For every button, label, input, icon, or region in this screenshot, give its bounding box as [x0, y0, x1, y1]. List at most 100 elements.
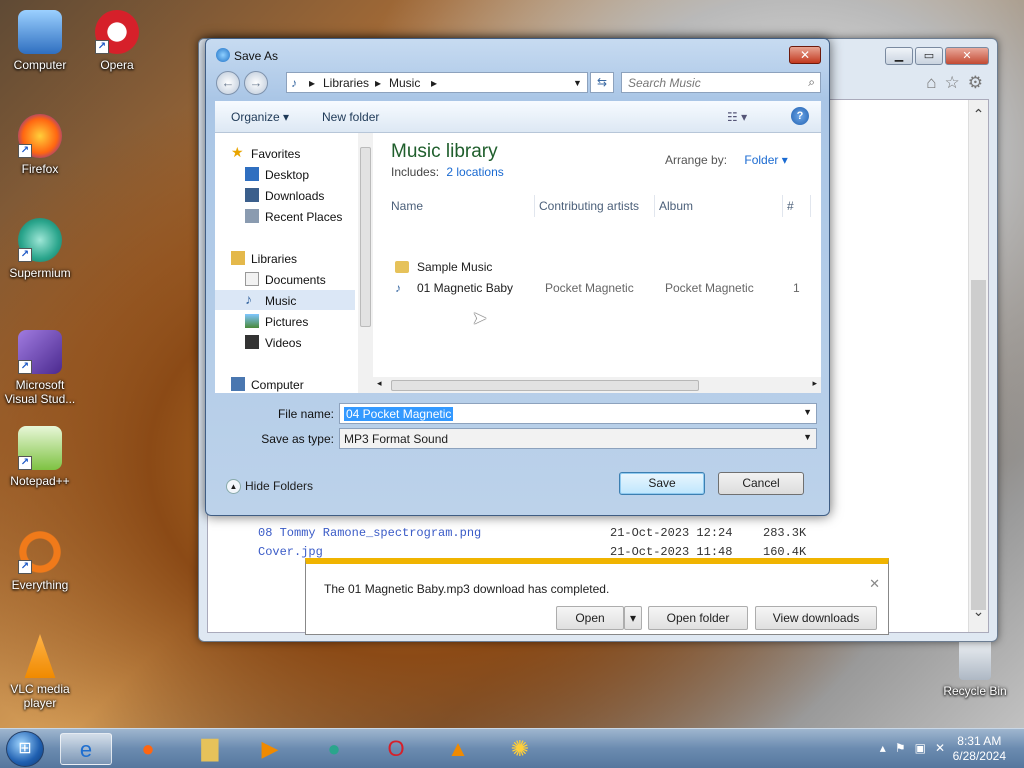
scroll-down-icon[interactable]: ⌄ — [969, 603, 988, 620]
cancel-button[interactable]: Cancel — [718, 472, 804, 495]
open-folder-button[interactable]: Open folder — [648, 606, 748, 630]
taskbar-supermium-button[interactable]: ● — [308, 733, 360, 765]
taskbar-firefox-button[interactable]: ● — [122, 733, 174, 765]
list-item[interactable]: ♪ 01 Magnetic Baby Pocket Magnetic Pocke… — [391, 279, 801, 297]
download-open-button[interactable]: Open — [556, 606, 624, 630]
file-listing-row[interactable]: 08 Tommy Ramone_spectrogram.png 21-Oct-2… — [258, 526, 806, 540]
minimize-button[interactable]: ▁ — [885, 47, 913, 65]
chevron-up-icon: ▲ — [226, 479, 241, 495]
favorites-star-icon[interactable]: ☆ — [945, 73, 960, 93]
taskbar-opera-button[interactable]: O — [370, 733, 422, 765]
file-link[interactable]: Cover.jpg — [258, 545, 323, 559]
column-header-artists[interactable]: Contributing artists — [535, 195, 655, 217]
forward-button[interactable]: → — [244, 71, 268, 95]
new-folder-button[interactable]: New folder — [322, 110, 379, 124]
documents-icon — [245, 272, 259, 286]
nav-label: Computer — [251, 378, 304, 392]
close-button[interactable]: ✕ — [945, 47, 989, 65]
list-item[interactable]: Sample Music — [391, 258, 801, 276]
desktop-icon-notepadpp[interactable]: ↗ Notepad++ — [0, 426, 80, 488]
taskbar-explorer-button[interactable]: ▇ — [184, 733, 236, 765]
download-open-dropdown[interactable]: ▾ — [624, 606, 642, 630]
scrollbar-thumb[interactable] — [971, 280, 986, 610]
back-arrow-icon: ← — [221, 75, 235, 90]
back-button[interactable]: ← — [216, 71, 240, 95]
column-header-number[interactable]: # — [783, 195, 811, 217]
refresh-button[interactable]: ⇆ — [590, 72, 614, 93]
desktop-icon-computer[interactable]: Computer — [0, 10, 80, 72]
home-icon[interactable]: ⌂ — [926, 73, 936, 93]
taskbar-vlc-button[interactable]: ▲ — [432, 733, 484, 765]
file-size: 160.4K — [763, 545, 807, 559]
includes-locations-link[interactable]: 2 locations — [446, 165, 503, 179]
file-link[interactable]: 08 Tommy Ramone_spectrogram.png — [258, 526, 481, 540]
nav-computer[interactable]: Computer — [215, 374, 355, 394]
nav-pane-scrollbar[interactable] — [358, 133, 373, 393]
scrollbar-thumb[interactable] — [360, 147, 371, 327]
mouse-cursor-icon: ➤ — [472, 308, 488, 328]
nav-documents[interactable]: Documents — [215, 269, 355, 289]
volume-muted-icon[interactable]: ✕ — [935, 741, 954, 755]
desktop-icon-firefox[interactable]: ↗ Firefox — [0, 114, 80, 176]
taskbar-app-button[interactable]: ✺ — [494, 733, 546, 765]
file-name-input[interactable]: 04 Pocket Magnetic ▼ — [339, 403, 817, 424]
search-input[interactable]: Search Music ⌕ — [621, 72, 821, 93]
nav-desktop[interactable]: Desktop — [215, 164, 355, 184]
window-controls: ▁ ▭ ✕ — [885, 47, 989, 65]
nav-libraries[interactable]: Libraries — [215, 248, 355, 268]
save-as-type-select[interactable]: MP3 Format Sound ▼ — [339, 428, 817, 449]
desktop-icon-opera[interactable]: ↗ Opera — [77, 10, 157, 72]
desktop-icon-visual-studio[interactable]: ↗ Microsoft Visual Stud... — [0, 330, 80, 406]
nav-downloads[interactable]: Downloads — [215, 185, 355, 205]
clock[interactable]: 8:31 AM 6/28/2024 — [953, 734, 1006, 764]
network-icon[interactable]: ▣ — [915, 741, 935, 755]
file-listing-row[interactable]: Cover.jpg 21-Oct-2023 11:48 160.4K — [258, 545, 806, 559]
address-bar[interactable]: ♪ ▸ Libraries ▸ Music ▸ ▼ — [286, 72, 588, 93]
desktop-icon-everything[interactable]: ↗ Everything — [0, 530, 80, 592]
downloads-icon — [245, 188, 259, 202]
hide-folders-button[interactable]: ▲ Hide Folders — [226, 479, 313, 495]
start-button[interactable]: ⊞ — [6, 731, 44, 767]
scrollbar-thumb[interactable] — [391, 380, 699, 391]
address-dropdown-icon[interactable]: ▼ — [573, 78, 582, 88]
column-header-album[interactable]: Album — [655, 195, 783, 217]
folder-icon: ▇ — [201, 736, 219, 761]
nav-favorites[interactable]: ★ Favorites — [215, 143, 355, 163]
item-album: Pocket Magnetic — [665, 281, 754, 295]
scroll-up-icon[interactable]: ⌃ — [969, 106, 988, 123]
organize-label: Organize — [231, 110, 280, 124]
help-icon[interactable]: ? — [791, 107, 809, 125]
organize-button[interactable]: Organize ▾ — [231, 110, 289, 124]
scroll-left-icon[interactable]: ◂ — [377, 378, 382, 389]
flag-icon[interactable]: ⚑ — [895, 741, 915, 755]
breadcrumb-libraries[interactable]: Libraries — [323, 76, 369, 90]
desktop-icon-vlc[interactable]: VLC media player — [0, 634, 80, 710]
arrange-by-dropdown[interactable]: Folder ▾ — [744, 153, 787, 167]
search-icon[interactable]: ⌕ — [808, 75, 815, 90]
taskbar-ie-button[interactable]: e — [60, 733, 112, 765]
close-icon[interactable]: ✕ — [869, 576, 880, 592]
nav-label: Documents — [265, 273, 326, 287]
desktop-icon-recycle-bin[interactable]: Recycle Bin — [935, 636, 1015, 698]
scroll-right-icon[interactable]: ▸ — [812, 378, 817, 389]
desktop-icon-supermium[interactable]: ↗ Supermium — [0, 218, 80, 280]
nav-videos[interactable]: Videos — [215, 332, 355, 352]
maximize-button[interactable]: ▭ — [915, 47, 943, 65]
nav-recent-places[interactable]: Recent Places — [215, 206, 355, 226]
save-button[interactable]: Save — [619, 472, 705, 495]
taskbar-media-player-button[interactable]: ▶ — [244, 733, 296, 765]
tray-expand-icon[interactable]: ▴ — [880, 741, 895, 755]
view-options-icon[interactable]: ☷ ▾ — [727, 110, 747, 124]
column-header-name[interactable]: Name — [387, 195, 535, 217]
nav-pictures[interactable]: Pictures — [215, 311, 355, 331]
dialog-close-button[interactable]: ✕ — [789, 46, 821, 64]
chevron-down-icon[interactable]: ▼ — [803, 432, 812, 442]
view-downloads-button[interactable]: View downloads — [755, 606, 877, 630]
page-vertical-scrollbar[interactable]: ⌃ ⌄ — [968, 100, 988, 632]
file-list-horizontal-scrollbar[interactable]: ◂ ▸ — [373, 377, 821, 393]
nav-music[interactable]: ♪ Music — [215, 290, 355, 310]
nav-label: Downloads — [265, 189, 325, 203]
chevron-down-icon[interactable]: ▼ — [803, 407, 812, 417]
settings-gear-icon[interactable]: ⚙ — [968, 73, 983, 93]
breadcrumb-music[interactable]: Music — [389, 76, 420, 90]
